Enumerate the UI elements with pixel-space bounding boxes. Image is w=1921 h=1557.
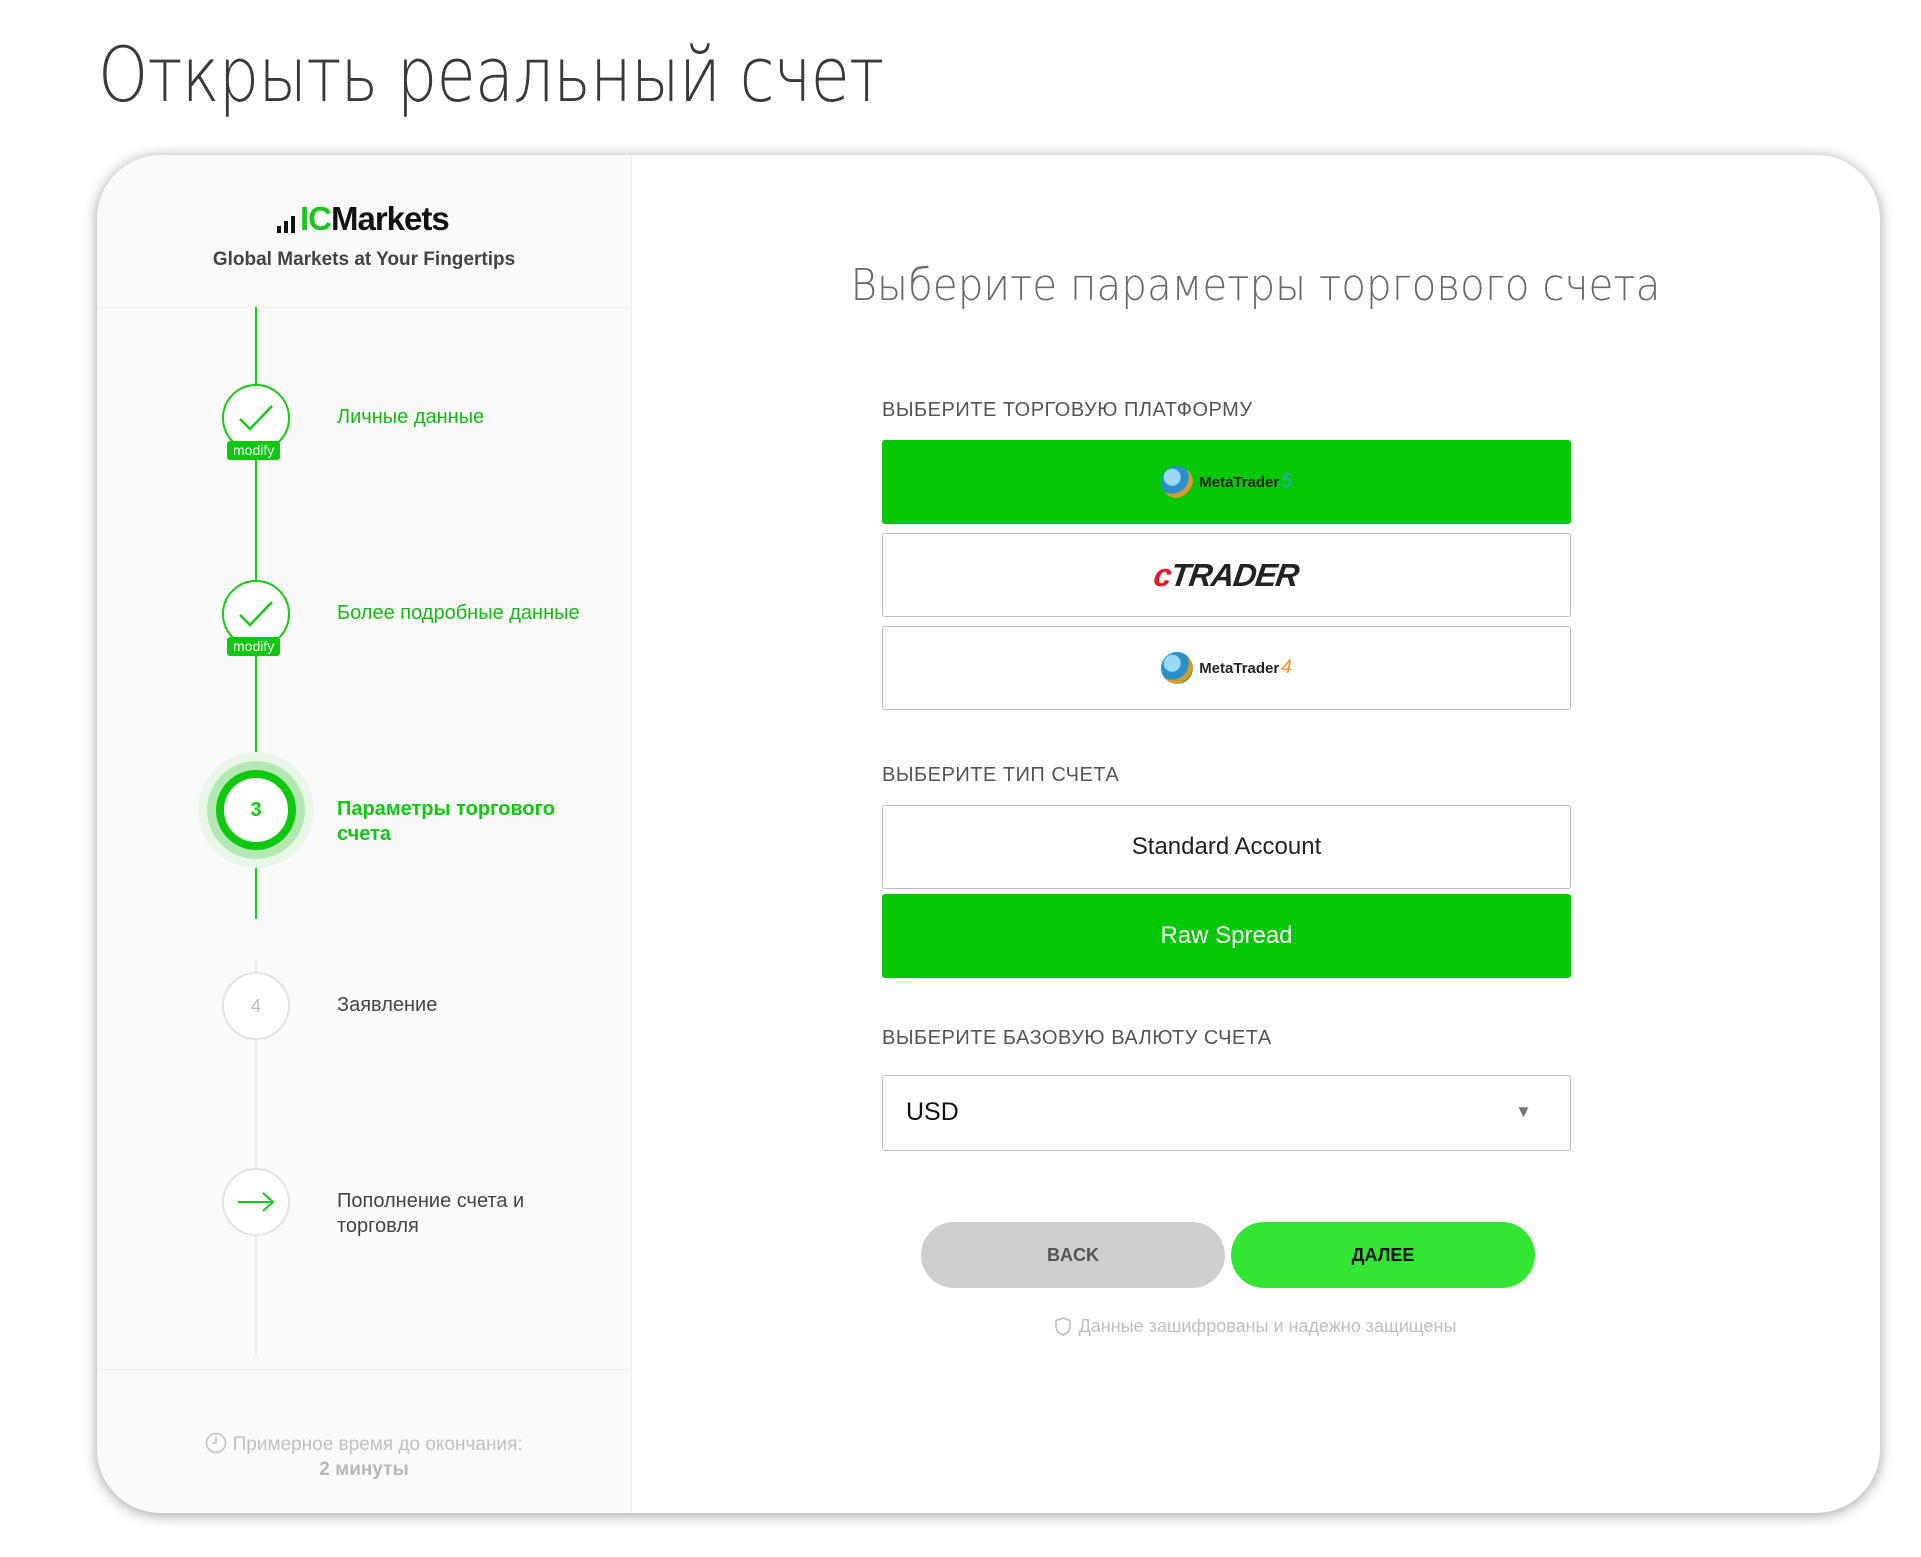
currency-select[interactable]: USD ▼ — [882, 1075, 1571, 1151]
registration-card: IC Markets Global Markets at Your Finger… — [97, 155, 1880, 1513]
eta-info: Примерное время до окончания: 2 минуты — [97, 1432, 631, 1482]
step-2-label[interactable]: Более подробные данные — [337, 601, 580, 626]
page-title: Открыть реальный счет — [98, 30, 884, 119]
currency-select-value: USD — [906, 1098, 959, 1126]
step-4-label: Заявление — [337, 994, 438, 1016]
platform-option-mt5[interactable]: MetaTrader 5 — [882, 440, 1571, 524]
back-button[interactable]: BACK — [921, 1222, 1225, 1288]
metatrader5-logo: MetaTrader 5 — [1161, 466, 1292, 498]
step-1-label[interactable]: Личные данные — [337, 405, 484, 430]
brand-header: IC Markets Global Markets at Your Finger… — [97, 155, 631, 308]
caret-down-icon: ▼ — [1515, 1102, 1532, 1121]
step-3-current-indicator: 3 — [216, 770, 296, 850]
brand-tagline: Global Markets at Your Fingertips — [212, 249, 516, 270]
sidebar-footer: Примерное время до окончания: 2 минуты — [97, 1369, 631, 1513]
next-button[interactable]: ДАЛЕЕ — [1231, 1222, 1535, 1288]
shield-icon — [1054, 1317, 1071, 1336]
step-2-modify-badge[interactable]: modify — [227, 637, 281, 656]
account-type-standard[interactable]: Standard Account — [882, 805, 1571, 889]
platform-option-mt4[interactable]: MetaTrader 4 — [882, 626, 1571, 710]
logo-bars-icon — [277, 207, 295, 237]
platform-option-ctrader[interactable]: cTRADER — [882, 533, 1571, 617]
secure-note-text: Данные зашифрованы и надежно защищены — [1078, 1316, 1457, 1336]
step-1-modify-badge[interactable]: modify — [227, 441, 281, 460]
step-4-number: 4 — [222, 972, 290, 1040]
eta-label: Примерное время до окончания: — [232, 1434, 523, 1455]
form-heading: Выберите параметры торгового счета — [850, 260, 1661, 311]
secure-note: Данные зашифрованы и надежно защищены — [631, 1316, 1880, 1337]
currency-section-label: ВЫБЕРИТЕ БАЗОВУЮ ВАЛЮТУ СЧЕТА — [882, 1027, 1272, 1049]
account-type-raw-spread[interactable]: Raw Spread — [882, 894, 1571, 978]
step-5-label: Пополнение счета и торговля — [337, 1190, 525, 1237]
arrow-right-icon — [222, 1168, 290, 1236]
step-3-label: Параметры торгового счета — [337, 798, 555, 845]
metatrader-globe-icon — [1161, 652, 1194, 684]
ic-markets-logo: IC Markets — [277, 200, 450, 237]
metatrader4-logo: MetaTrader 4 — [1161, 652, 1292, 684]
eta-value: 2 минуты — [319, 1459, 409, 1480]
steps-sidebar: IC Markets Global Markets at Your Finger… — [97, 155, 632, 1513]
account-type-section-label: ВЫБЕРИТЕ ТИП СЧЕТА — [882, 764, 1120, 786]
ctrader-logo: cTRADER — [1151, 556, 1302, 593]
platform-section-label: ВЫБЕРИТЕ ТОРГОВУЮ ПЛАТФОРМУ — [882, 399, 1253, 421]
logo-ic-text: IC — [300, 200, 332, 237]
form-panel: Выберите параметры торгового счета ВЫБЕР… — [631, 155, 1880, 1513]
logo-markets-text: Markets — [331, 200, 450, 237]
clock-icon — [206, 1432, 227, 1454]
metatrader-globe-icon — [1161, 466, 1194, 498]
